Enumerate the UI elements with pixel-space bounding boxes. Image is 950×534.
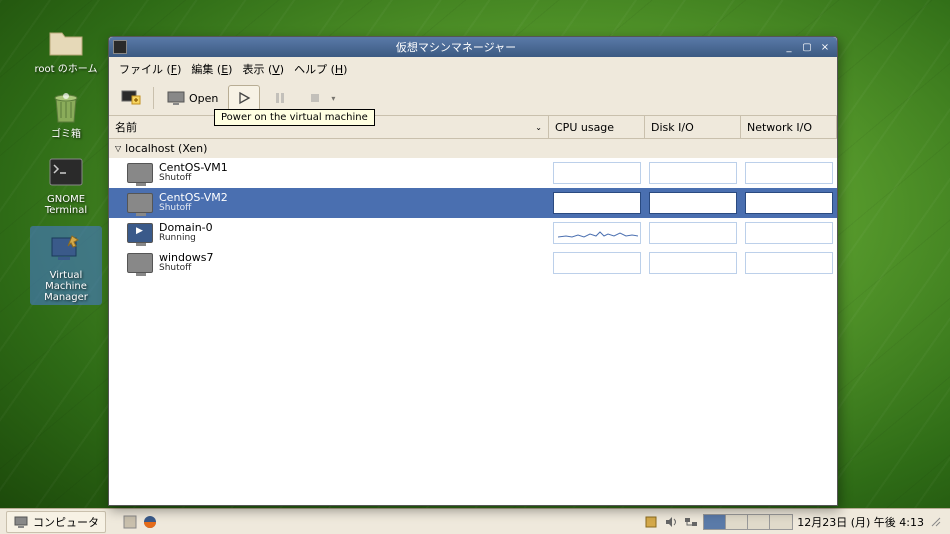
vmm-icon bbox=[46, 228, 86, 268]
cpu-sparkline bbox=[553, 252, 641, 274]
toolbar: Open ▾ Power on the virtual machine bbox=[109, 81, 837, 116]
vm-state: Running bbox=[159, 234, 213, 244]
menu-edit[interactable]: 編集 (E) bbox=[187, 59, 236, 79]
desktop-icon-trash[interactable]: ゴミ箱 bbox=[30, 85, 102, 142]
vmm-window: 仮想マシンマネージャー _ ▢ × ファイル (F) 編集 (E) 表示 (V)… bbox=[108, 36, 838, 506]
monitor-new-icon bbox=[121, 89, 141, 107]
table-body: ▽ localhost (Xen) CentOS-VM1ShutoffCentO… bbox=[109, 139, 837, 505]
menubar: ファイル (F) 編集 (E) 表示 (V) ヘルプ (H) bbox=[109, 57, 837, 81]
vm-table: 名前⌄ CPU usage Disk I/O Network I/O ▽ loc… bbox=[109, 116, 837, 505]
pause-button[interactable] bbox=[264, 85, 296, 111]
icon-label: root のホーム bbox=[35, 64, 98, 75]
menu-file[interactable]: ファイル (F) bbox=[115, 59, 185, 79]
monitor-icon bbox=[166, 89, 186, 107]
disk-sparkline bbox=[649, 192, 737, 214]
desktop-icons: root のホームゴミ箱 GNOME Terminal Virtual Machin… bbox=[30, 20, 102, 305]
cpu-sparkline bbox=[553, 192, 641, 214]
pause-icon bbox=[270, 89, 290, 107]
net-sparkline bbox=[745, 162, 833, 184]
open-label: Open bbox=[189, 92, 218, 105]
cpu-sparkline bbox=[553, 162, 641, 184]
vm-state-icon bbox=[127, 253, 153, 273]
host-row[interactable]: ▽ localhost (Xen) bbox=[109, 139, 837, 158]
vm-row[interactable]: CentOS-VM1Shutoff bbox=[109, 158, 837, 188]
terminal-icon bbox=[46, 152, 86, 192]
play-icon bbox=[234, 89, 254, 107]
icon-label: ゴミ箱 bbox=[51, 129, 81, 140]
net-sparkline bbox=[745, 252, 833, 274]
disk-sparkline bbox=[649, 222, 737, 244]
vm-state-icon bbox=[127, 193, 153, 213]
desktop-icon-vmm[interactable]: Virtual Machine Manager bbox=[30, 226, 102, 305]
vm-state-icon bbox=[127, 223, 153, 243]
window-icon bbox=[113, 40, 127, 54]
col-cpu[interactable]: CPU usage bbox=[549, 116, 645, 138]
new-vm-button[interactable] bbox=[115, 85, 147, 111]
updates-icon[interactable] bbox=[643, 514, 659, 530]
net-sparkline bbox=[745, 192, 833, 214]
window-title: 仮想マシンマネージャー bbox=[133, 39, 779, 55]
menu-help[interactable]: ヘルプ (H) bbox=[290, 59, 351, 79]
net-sparkline bbox=[745, 222, 833, 244]
vm-row[interactable]: Domain-0Running bbox=[109, 218, 837, 248]
vm-row[interactable]: windows7Shutoff bbox=[109, 248, 837, 278]
col-net[interactable]: Network I/O bbox=[741, 116, 837, 138]
firefox-icon[interactable] bbox=[142, 514, 158, 530]
open-button[interactable]: Open bbox=[160, 85, 224, 111]
vm-state: Shutoff bbox=[159, 264, 213, 274]
trash-icon bbox=[46, 87, 86, 127]
resize-grip-icon bbox=[928, 514, 944, 530]
power-icon bbox=[306, 89, 326, 107]
workspace-1[interactable] bbox=[704, 515, 726, 529]
vm-row[interactable]: CentOS-VM2Shutoff bbox=[109, 188, 837, 218]
vm-state: Shutoff bbox=[159, 174, 228, 184]
taskbar-computer-button[interactable]: コンピュータ bbox=[6, 511, 106, 533]
volume-icon[interactable] bbox=[663, 514, 679, 530]
cpu-sparkline bbox=[553, 222, 641, 244]
computer-icon bbox=[13, 514, 29, 530]
workspace-4[interactable] bbox=[770, 515, 792, 529]
icon-label: GNOME Terminal bbox=[32, 194, 100, 216]
disk-sparkline bbox=[649, 162, 737, 184]
show-desktop-icon[interactable] bbox=[122, 514, 138, 530]
folder-icon bbox=[46, 22, 86, 62]
sort-indicator-icon: ⌄ bbox=[535, 123, 542, 132]
workspace-3[interactable] bbox=[748, 515, 770, 529]
host-label: localhost (Xen) bbox=[125, 142, 207, 155]
close-button[interactable]: × bbox=[817, 40, 833, 54]
maximize-button[interactable]: ▢ bbox=[799, 40, 815, 54]
menu-view[interactable]: 表示 (V) bbox=[238, 59, 288, 79]
minimize-button[interactable]: _ bbox=[781, 40, 797, 54]
workspace-switcher[interactable] bbox=[703, 514, 793, 530]
clock[interactable]: 12月23日 (月) 午後 4:13 bbox=[797, 514, 924, 530]
desktop: root のホームゴミ箱 GNOME Terminal Virtual Machin… bbox=[0, 0, 950, 534]
titlebar[interactable]: 仮想マシンマネージャー _ ▢ × bbox=[109, 37, 837, 57]
network-icon[interactable] bbox=[683, 514, 699, 530]
run-tooltip: Power on the virtual machine bbox=[214, 109, 375, 126]
disk-sparkline bbox=[649, 252, 737, 274]
workspace-2[interactable] bbox=[726, 515, 748, 529]
dropdown-caret-icon: ▾ bbox=[331, 94, 335, 103]
desktop-icon-terminal[interactable]: GNOME Terminal bbox=[30, 150, 102, 218]
vm-state-icon bbox=[127, 163, 153, 183]
col-disk[interactable]: Disk I/O bbox=[645, 116, 741, 138]
run-button[interactable] bbox=[228, 85, 260, 111]
icon-label: Virtual Machine Manager bbox=[32, 270, 100, 303]
shutdown-button[interactable]: ▾ bbox=[300, 85, 341, 111]
vm-state: Shutoff bbox=[159, 204, 228, 214]
desktop-icon-folder[interactable]: root のホーム bbox=[30, 20, 102, 77]
expand-icon: ▽ bbox=[115, 144, 121, 153]
taskbar: コンピュータ bbox=[0, 508, 950, 534]
